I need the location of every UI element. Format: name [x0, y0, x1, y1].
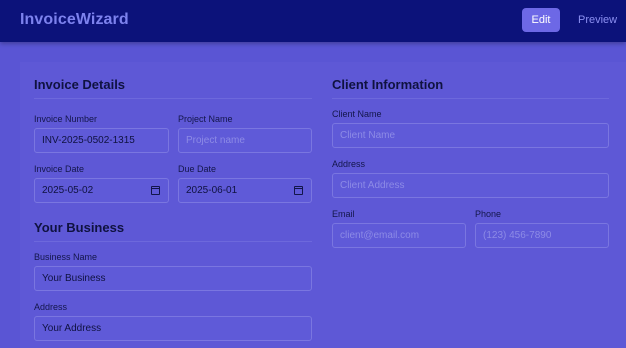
client-name-label: Client Name — [332, 109, 382, 119]
project-name-input[interactable]: Project name — [178, 128, 312, 153]
invoice-details-heading: Invoice Details — [34, 77, 126, 92]
invoice-date-input[interactable]: 2025-05-02 — [34, 178, 169, 203]
client-email-input[interactable]: client@email.com — [332, 223, 466, 248]
calendar-icon[interactable] — [151, 186, 160, 195]
client-phone-label: Phone — [475, 209, 502, 219]
client-information-heading: Client Information — [332, 77, 444, 92]
invoice-number-label: Invoice Number — [34, 114, 98, 124]
invoice-date-label: Invoice Date — [34, 164, 85, 174]
client-name-input[interactable]: Client Name — [332, 123, 609, 148]
business-name-label: Business Name — [34, 252, 98, 262]
calendar-icon[interactable] — [294, 186, 303, 195]
invoice-number-input[interactable]: INV-2025-0502-1315 — [34, 128, 169, 153]
invoice-date-value: 2025-05-02 — [42, 185, 94, 196]
due-date-value: 2025-06-01 — [186, 185, 238, 196]
due-date-input[interactable]: 2025-06-01 — [178, 178, 312, 203]
section-divider — [332, 98, 609, 99]
client-address-input[interactable]: Client Address — [332, 173, 609, 198]
due-date-label: Due Date — [178, 164, 217, 174]
preview-button[interactable]: Preview — [578, 8, 617, 32]
business-address-input[interactable]: Your Address — [34, 316, 312, 341]
section-divider — [34, 241, 312, 242]
app-logo-title[interactable]: InvoiceWizard — [20, 11, 129, 29]
edit-button[interactable]: Edit — [522, 8, 560, 32]
business-name-input[interactable]: Your Business — [34, 266, 312, 291]
business-address-label: Address — [34, 302, 68, 312]
top-navigation-bar: InvoiceWizard Edit Preview — [0, 0, 626, 42]
section-divider — [34, 98, 312, 99]
client-email-label: Email — [332, 209, 355, 219]
client-address-label: Address — [332, 159, 366, 169]
project-name-label: Project Name — [178, 114, 233, 124]
client-phone-input[interactable]: (123) 456-7890 — [475, 223, 609, 248]
invoice-form-panel — [20, 62, 626, 348]
your-business-heading: Your Business — [34, 220, 125, 235]
